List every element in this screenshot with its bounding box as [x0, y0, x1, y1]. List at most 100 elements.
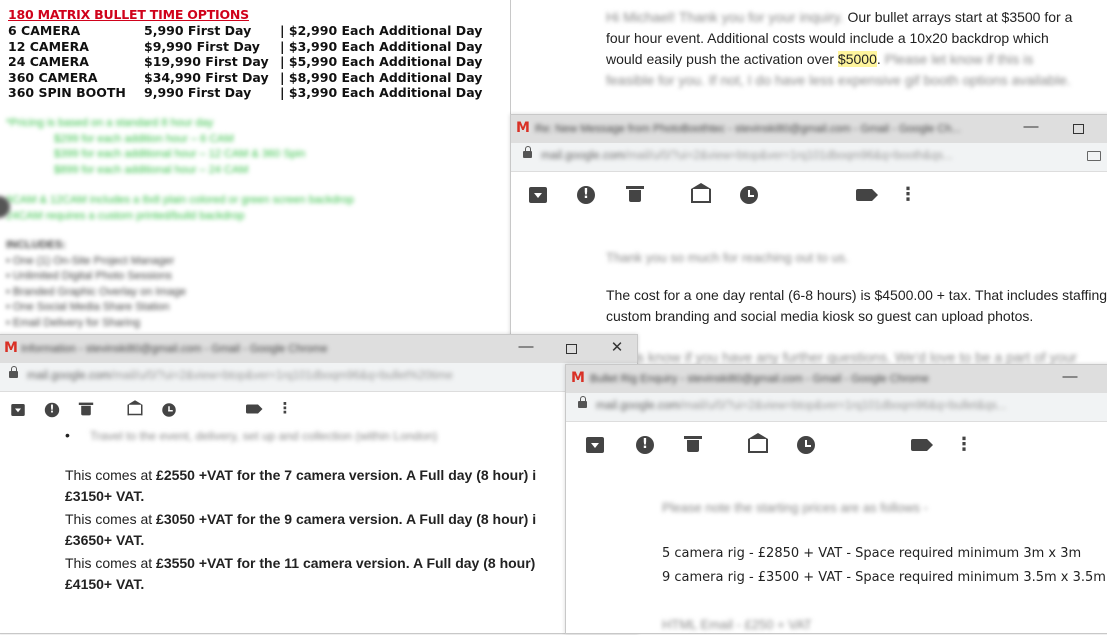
- address-bar[interactable]: mail.google.com/mail/u/0/?ui=2&view=btop…: [566, 393, 1107, 422]
- email-line: custom branding and social media kiosk s…: [606, 308, 1034, 324]
- bullet-dot: •: [65, 427, 70, 443]
- additional-day-price: | $5,990 Each Additional Day: [280, 54, 483, 69]
- email-line: 9 camera rig - £3500 + VAT - Space requi…: [662, 570, 1106, 585]
- email-line: £3650+ VAT.: [65, 532, 145, 548]
- url-path: /mail/u/0/?ui=2&view=btop&ver=1rq101dboq…: [679, 400, 1007, 412]
- more-options-button[interactable]: ⋮: [899, 186, 917, 204]
- title-bar[interactable]: M Bullet Rig Enquiry - stevinski80@gmail…: [566, 365, 1107, 393]
- email-line: HTML Email - £250 + VAT: [662, 617, 812, 632]
- more-options-button[interactable]: ⋮: [278, 401, 293, 416]
- first-day-price: 5,990 First Day: [144, 23, 252, 38]
- price-row: 24 CAMERA $19,990 First Day | $5,990 Each …: [8, 54, 483, 70]
- email-text: This comes at: [65, 467, 157, 483]
- price-row: 12 CAMERA $9,990 First Day | $3,990 Each A…: [8, 38, 483, 55]
- url-text: mail.google.com/mail/u/0/?ui=2&view=btop…: [541, 150, 953, 162]
- pricing-notes: *Pricing is based on a standard 8 hour d…: [6, 116, 305, 178]
- clock-icon: [740, 186, 758, 204]
- email-line: four hour event. Additional costs would …: [606, 30, 1049, 46]
- includes-item: • One (1) On-Site Project Manager: [6, 254, 175, 267]
- package-name: 360 SPIN BOOTH: [8, 85, 126, 100]
- email-line: £3150+ VAT.: [65, 488, 145, 504]
- bullet-item: • Travel to the event, delivery, set up a…: [65, 425, 437, 447]
- first-day-price: $9,990 First Day: [144, 38, 260, 54]
- report-spam-icon: !: [577, 186, 595, 204]
- cast-icon[interactable]: [1087, 151, 1101, 161]
- pricing-document: 180 MATRIX BULLET TIME OPTIONS 6 CAMERA 5…: [0, 0, 520, 340]
- report-spam-icon: !: [636, 436, 654, 454]
- more-options-button[interactable]: ⋮: [955, 436, 973, 454]
- package-name: 360 CAMERA: [8, 69, 98, 85]
- includes-item: • One Social Media Share Station: [6, 301, 170, 314]
- report-spam-button[interactable]: !: [44, 402, 60, 418]
- email-text: Our bullet arrays start at $3500 for a: [843, 9, 1073, 25]
- backdrop-note: 6CAM & 12CAM includes a 8x8 plain colore…: [6, 194, 354, 206]
- title-bar[interactable]: M Information - stevinski80@gmail.com - …: [0, 335, 637, 363]
- url-text: mail.google.com/mail/u/0/?ui=2&view=btop…: [27, 370, 453, 382]
- label-button[interactable]: [246, 404, 263, 414]
- report-spam-button[interactable]: !: [636, 436, 654, 454]
- price-text: £2550 +VAT for the 7 camera version. A F…: [156, 467, 537, 483]
- delete-button[interactable]: [626, 186, 644, 202]
- price-text: £3050 +VAT for the 9 camera version. A F…: [156, 511, 537, 527]
- email-line: would easily push the activation over $5…: [606, 49, 1033, 70]
- mark-unread-button[interactable]: [748, 433, 768, 453]
- first-day-price: $34,990 First Day: [144, 69, 269, 85]
- minimize-button[interactable]: —: [1021, 118, 1041, 135]
- trash-icon: [626, 186, 644, 202]
- snooze-button[interactable]: [740, 186, 758, 204]
- email-text: This comes at: [65, 511, 157, 527]
- email-line: The cost for a one day rental (6-8 hours…: [606, 287, 1107, 303]
- close-button[interactable]: ✕: [607, 338, 627, 356]
- mark-unread-icon: [691, 183, 711, 203]
- includes-title: INCLUDES:: [6, 239, 66, 251]
- backdrop-notes: 6CAM & 12CAM includes a 8x8 plain colore…: [6, 193, 354, 224]
- url-host: mail.google.com: [27, 370, 111, 382]
- delete-button[interactable]: [78, 402, 94, 416]
- blurred-text: Travel to the event, delivery, set up an…: [89, 429, 438, 443]
- package-name: 24 CAMERA: [8, 54, 89, 69]
- mark-unread-button[interactable]: [691, 183, 711, 203]
- snooze-button[interactable]: [797, 436, 815, 454]
- archive-button[interactable]: [529, 187, 547, 203]
- maximize-button[interactable]: [1073, 124, 1084, 134]
- pricing-note: $299 for each addition hour – 6 CAM: [54, 132, 234, 145]
- delete-button[interactable]: [684, 436, 702, 452]
- email-line: £4150+ VAT.: [65, 576, 145, 592]
- snooze-button[interactable]: [162, 403, 176, 417]
- additional-day-price: | $3,990 Each Additional Day: [280, 85, 483, 100]
- lock-icon: [523, 146, 532, 158]
- archive-button[interactable]: [586, 437, 604, 453]
- address-bar[interactable]: mail.google.com/mail/u/0/?ui=2&view=btop…: [511, 143, 1107, 172]
- blurred-text: Please let know if this is: [880, 51, 1034, 67]
- email-line: Hi Michael! Thank you for your inquiry. …: [606, 7, 1072, 28]
- label-button[interactable]: [856, 189, 878, 201]
- window-title: Re: New Message from PhotoBoothtec - ste…: [535, 123, 961, 135]
- additional-day-price: | $8,990 Each Additional Day: [280, 69, 483, 85]
- pricing-table: 6 CAMERA 5,990 First Day | $2,990 Each Add…: [8, 23, 483, 101]
- archive-icon: [11, 404, 25, 416]
- address-bar[interactable]: mail.google.com/mail/u/0/?ui=2&view=btop…: [0, 363, 637, 392]
- email-line: 5 camera rig - £2850 + VAT - Space requi…: [662, 546, 1082, 561]
- label-button[interactable]: [911, 439, 933, 451]
- clock-icon: [162, 403, 176, 417]
- gmail-logo-icon: M: [571, 370, 585, 386]
- minimize-button[interactable]: —: [516, 338, 536, 355]
- archive-button[interactable]: [11, 404, 25, 416]
- backdrop-note: 24CAM requires a custom printed/build ba…: [6, 209, 245, 222]
- additional-day-price: | $3,990 Each Additional Day: [280, 38, 483, 54]
- report-spam-button[interactable]: !: [577, 186, 595, 204]
- gmail-toolbar: ! ⋮: [566, 427, 1107, 463]
- minimize-button[interactable]: —: [1060, 368, 1080, 385]
- email-line: Thank you so much for reaching out to us…: [606, 250, 849, 265]
- maximize-button[interactable]: [566, 344, 577, 354]
- price-row: 6 CAMERA 5,990 First Day | $2,990 Each Add…: [8, 23, 482, 39]
- window-title: Information - stevinski80@gmail.com - Gm…: [21, 343, 328, 355]
- price-row: 360 SPIN BOOTH 9,990 First Day | $3,990 Ea…: [8, 85, 483, 101]
- price-text: £3550 +VAT for the 11 camera version. A …: [156, 555, 536, 571]
- blurred-text: Hi Michael! Thank you for your inquiry.: [606, 9, 844, 25]
- title-bar[interactable]: M Re: New Message from PhotoBoothtec - s…: [511, 115, 1107, 143]
- trash-icon: [78, 402, 94, 416]
- mark-unread-button[interactable]: [127, 400, 143, 416]
- url-text: mail.google.com/mail/u/0/?ui=2&view=btop…: [596, 400, 1006, 412]
- window-title: Bullet Rig Enquiry - stevinski80@gmail.c…: [590, 373, 929, 385]
